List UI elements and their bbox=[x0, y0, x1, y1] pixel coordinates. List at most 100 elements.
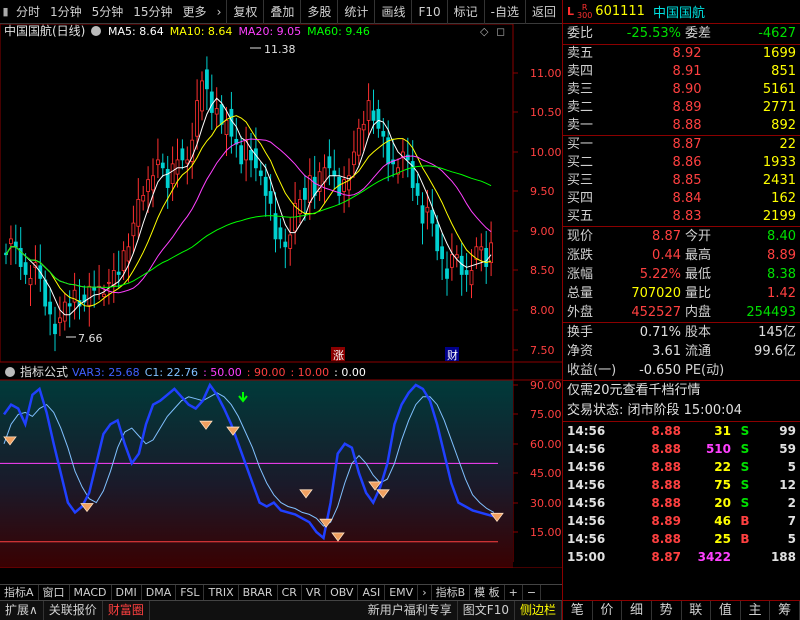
stock-name[interactable]: 中国国航 bbox=[653, 2, 705, 21]
chart-title: 中国国航(日线) bbox=[4, 24, 85, 38]
buy-order-price[interactable]: 8.83 bbox=[607, 208, 702, 226]
f10-button[interactable]: 图文F10 bbox=[458, 601, 515, 620]
indicator-tick-label: 60.00 bbox=[530, 438, 562, 451]
buy-order-price[interactable]: 8.86 bbox=[607, 154, 702, 172]
diamond-icon[interactable]: ◇ bbox=[480, 25, 489, 38]
quote-tab-4[interactable]: 联 bbox=[682, 601, 712, 620]
r-tag: R 300 bbox=[577, 3, 592, 20]
candle-body bbox=[376, 108, 381, 129]
indicator-toggle-icon[interactable] bbox=[5, 367, 15, 377]
sell-order-price[interactable]: 8.90 bbox=[607, 81, 702, 99]
stat-row: 涨幅 5.22% 最低 8.38 bbox=[563, 265, 800, 284]
indicator-tab-11[interactable]: ASI bbox=[358, 585, 386, 600]
ma-label-2: MA20: 9.05 bbox=[238, 25, 301, 38]
candle-body bbox=[361, 123, 366, 131]
trade-count: 2 bbox=[787, 496, 796, 510]
indicator-tab-16[interactable]: + bbox=[505, 585, 523, 600]
indicator-tab-0[interactable]: 指标A bbox=[0, 585, 39, 600]
sidebar-button[interactable]: 侧边栏 bbox=[515, 601, 562, 620]
maximize-icon[interactable]: ◻ bbox=[496, 25, 505, 38]
toolbar-button-2[interactable]: 多股 bbox=[300, 0, 337, 24]
toolbar-item-0[interactable]: 分时 bbox=[11, 0, 45, 24]
sell-order-price[interactable]: 8.88 bbox=[607, 117, 702, 135]
candle-body bbox=[72, 289, 77, 303]
sell-order-label: 卖二 bbox=[567, 100, 594, 115]
candle-body bbox=[445, 268, 449, 279]
sell-order-price[interactable]: 8.89 bbox=[607, 99, 702, 117]
sell-order-price[interactable]: 8.91 bbox=[607, 63, 702, 81]
toolbar-button-8[interactable]: 返回 bbox=[524, 0, 562, 24]
wealth-circle-button[interactable]: 财富圈 bbox=[103, 601, 150, 620]
stat-row: 涨跌 0.44 最高 8.89 bbox=[563, 246, 800, 265]
toolbar-item-4[interactable]: 更多 bbox=[178, 0, 212, 24]
buy-order-price[interactable]: 8.85 bbox=[607, 172, 702, 190]
indicator-tab-17[interactable]: − bbox=[523, 585, 542, 600]
quote-tab-6[interactable]: 主 bbox=[741, 601, 771, 620]
toolbar-item-3[interactable]: 15分钟 bbox=[128, 0, 177, 24]
indicator-tab-4[interactable]: DMA bbox=[142, 585, 177, 600]
toolbar-item-2[interactable]: 5分钟 bbox=[87, 0, 129, 24]
ma-label-1: MA10: 8.64 bbox=[170, 25, 233, 38]
indicator-tab-12[interactable]: EMV bbox=[385, 585, 419, 600]
candle-body bbox=[170, 163, 175, 185]
more-arrow[interactable]: › bbox=[212, 0, 227, 24]
candle-body bbox=[464, 270, 469, 275]
toolbar-button-5[interactable]: F10 bbox=[411, 0, 446, 24]
sell-order-row: 卖五 8.92 1699 bbox=[563, 45, 800, 63]
promo-notice[interactable]: 仅需20元查看千档行情 bbox=[563, 381, 800, 401]
ma-toggle-icon[interactable] bbox=[91, 26, 101, 36]
buy-order-price[interactable]: 8.87 bbox=[607, 136, 702, 154]
toolbar-item-1[interactable]: 1分钟 bbox=[45, 0, 87, 24]
trade-price: 8.88 bbox=[651, 424, 681, 438]
ma-label-3: MA60: 9.46 bbox=[307, 25, 370, 38]
expand-button[interactable]: 扩展∧ bbox=[0, 601, 44, 620]
l-tag: L bbox=[567, 5, 575, 18]
indicator-tab-9[interactable]: VR bbox=[302, 585, 327, 600]
candle-body bbox=[327, 156, 332, 169]
indicator-tab-3[interactable]: DMI bbox=[112, 585, 142, 600]
new-user-promo-button[interactable]: 新用户福利专享 bbox=[363, 601, 458, 620]
indicator-tab-7[interactable]: BRAR bbox=[239, 585, 278, 600]
indicator-tab-1[interactable]: 窗口 bbox=[39, 585, 70, 600]
candle-body bbox=[342, 179, 347, 192]
candle-body bbox=[58, 317, 62, 324]
toolbar-button-6[interactable]: 标记 bbox=[446, 0, 484, 24]
fundamental-label: 净资 bbox=[567, 344, 594, 359]
indicator-tab-14[interactable]: 指标B bbox=[432, 585, 471, 600]
expand-icon[interactable]: ▮ bbox=[0, 5, 11, 18]
toolbar-button-3[interactable]: 统计 bbox=[337, 0, 374, 24]
indicator-tab-10[interactable]: OBV bbox=[326, 585, 359, 600]
buy-order-label: 买三 bbox=[567, 173, 594, 188]
sell-order-volume: 851 bbox=[771, 64, 796, 79]
indicator-tab-8[interactable]: CR bbox=[278, 585, 302, 600]
related-quotes-button[interactable]: 关联报价 bbox=[44, 601, 103, 620]
stat-label: 最高 bbox=[685, 248, 712, 263]
toolbar-button-0[interactable]: 复权 bbox=[226, 0, 263, 24]
toolbar-button-1[interactable]: 叠加 bbox=[263, 0, 300, 24]
quote-tab-7[interactable]: 筹 bbox=[770, 601, 800, 620]
indicator-tab-2[interactable]: MACD bbox=[70, 585, 112, 600]
quote-tab-0[interactable]: 笔 bbox=[563, 601, 593, 620]
fundamental-label: 换手 bbox=[567, 325, 594, 340]
candle-body bbox=[229, 108, 234, 137]
indicator-tab-5[interactable]: FSL bbox=[176, 585, 205, 600]
buy-order-price[interactable]: 8.84 bbox=[607, 190, 702, 208]
price-tick-label: 10.00 bbox=[530, 146, 562, 159]
quote-tab-5[interactable]: 值 bbox=[711, 601, 741, 620]
quote-tab-2[interactable]: 细 bbox=[622, 601, 652, 620]
indicator-tab-13[interactable]: › bbox=[418, 585, 432, 600]
indicator-tab-15[interactable]: 模 板 bbox=[470, 585, 505, 600]
indicator-tab-6[interactable]: TRIX bbox=[204, 585, 239, 600]
toolbar-button-4[interactable]: 画线 bbox=[374, 0, 411, 24]
fundamental-value: 3.61 bbox=[652, 344, 681, 359]
chart-svg[interactable]: 11.00 10.50 10.00 9.50 9.00 8.50 8.00 7.50 90.0… bbox=[0, 23, 562, 582]
toolbar-button-7[interactable]: -自选 bbox=[483, 0, 525, 24]
sell-order-price[interactable]: 8.92 bbox=[607, 45, 702, 63]
candle-body bbox=[121, 250, 126, 271]
candle-body bbox=[116, 271, 121, 275]
sell-orders: 卖五 8.92 1699 卖四 8.91 851 卖三 8.90 5161 卖二 8.89 2771 卖… bbox=[563, 45, 800, 135]
quote-tab-1[interactable]: 价 bbox=[593, 601, 623, 620]
candle-body bbox=[332, 170, 337, 177]
stat-label: 总量 bbox=[567, 286, 594, 301]
quote-tab-3[interactable]: 势 bbox=[652, 601, 682, 620]
